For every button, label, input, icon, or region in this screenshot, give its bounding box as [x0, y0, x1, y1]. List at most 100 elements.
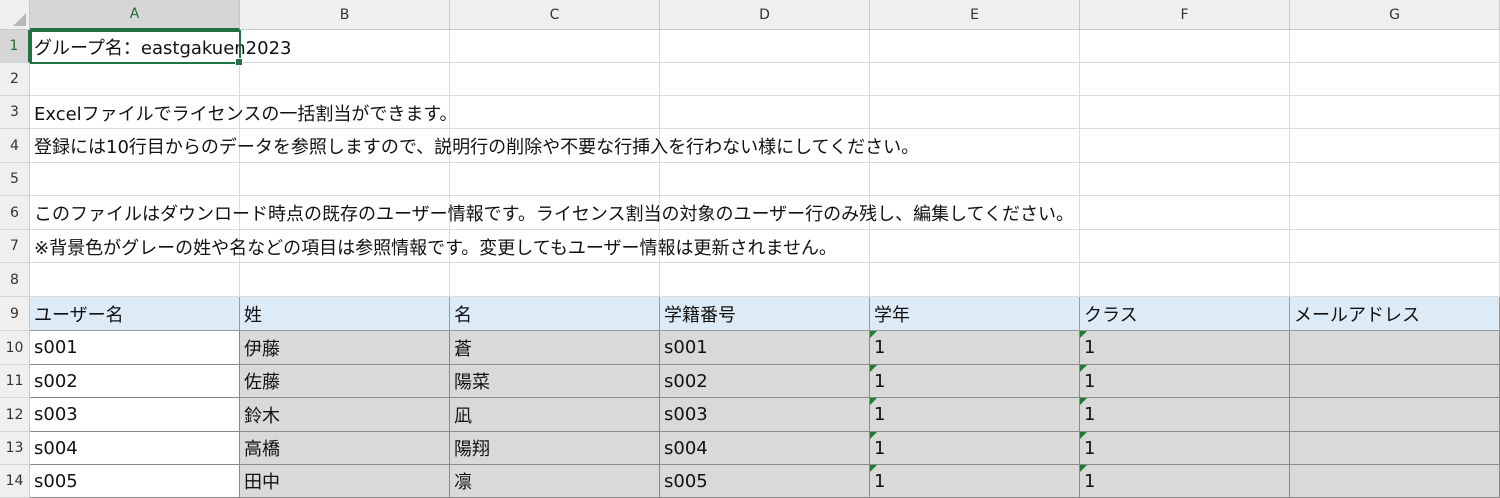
- empty-cell[interactable]: [1080, 63, 1290, 96]
- cell-grade[interactable]: 1: [870, 432, 1080, 465]
- empty-cell[interactable]: [870, 63, 1080, 96]
- empty-cell[interactable]: [1290, 196, 1500, 230]
- empty-cell[interactable]: [870, 263, 1080, 297]
- cell-student-number[interactable]: s001: [660, 331, 870, 365]
- cell-last-name[interactable]: 鈴木: [240, 398, 450, 432]
- row-header-3[interactable]: 3: [0, 96, 30, 129]
- empty-cell[interactable]: [240, 63, 450, 96]
- cell-first-name[interactable]: 蒼: [450, 331, 660, 365]
- empty-cell[interactable]: [450, 163, 660, 196]
- row-header-5[interactable]: 5: [0, 163, 30, 196]
- empty-cell[interactable]: [660, 163, 870, 196]
- empty-cell[interactable]: [870, 30, 1080, 63]
- header-class[interactable]: クラス: [1080, 297, 1290, 331]
- column-header-d[interactable]: D: [660, 0, 870, 30]
- header-username[interactable]: ユーザー名: [30, 297, 240, 331]
- empty-cell[interactable]: [240, 163, 450, 196]
- cell-last-name[interactable]: 田中: [240, 465, 450, 498]
- select-all-corner[interactable]: [0, 0, 30, 30]
- empty-cell[interactable]: [1290, 96, 1500, 129]
- column-header-e[interactable]: E: [870, 0, 1080, 30]
- cell-class[interactable]: 1: [1080, 465, 1290, 498]
- column-header-b[interactable]: B: [240, 0, 450, 30]
- cell-username[interactable]: s002: [30, 365, 240, 398]
- empty-cell[interactable]: [1290, 230, 1500, 263]
- cell-student-number[interactable]: s004: [660, 432, 870, 465]
- empty-cell[interactable]: [870, 163, 1080, 196]
- cell-class[interactable]: 1: [1080, 365, 1290, 398]
- cell-grade[interactable]: 1: [870, 365, 1080, 398]
- empty-cell[interactable]: [30, 163, 240, 196]
- row-header-6[interactable]: 6: [0, 196, 30, 230]
- cell-username[interactable]: s005: [30, 465, 240, 498]
- empty-cell[interactable]: [450, 63, 660, 96]
- cell-email[interactable]: [1290, 331, 1500, 365]
- column-header-g[interactable]: G: [1290, 0, 1500, 30]
- empty-cell[interactable]: [1290, 163, 1500, 196]
- empty-cell[interactable]: [1080, 30, 1290, 63]
- column-header-f[interactable]: F: [1080, 0, 1290, 30]
- empty-cell[interactable]: [1080, 196, 1290, 230]
- cell-student-number[interactable]: s005: [660, 465, 870, 498]
- empty-cell[interactable]: [1080, 163, 1290, 196]
- empty-cell[interactable]: [660, 30, 870, 63]
- empty-cell[interactable]: [1290, 263, 1500, 297]
- empty-cell[interactable]: [1080, 263, 1290, 297]
- cell-class[interactable]: 1: [1080, 331, 1290, 365]
- header-email[interactable]: メールアドレス: [1290, 297, 1500, 331]
- empty-cell[interactable]: [1290, 129, 1500, 163]
- empty-cell[interactable]: [240, 263, 450, 297]
- cell-username[interactable]: s003: [30, 398, 240, 432]
- column-header-a[interactable]: A: [30, 0, 240, 30]
- header-first-name[interactable]: 名: [450, 297, 660, 331]
- cell-class[interactable]: 1: [1080, 398, 1290, 432]
- header-last-name[interactable]: 姓: [240, 297, 450, 331]
- cell-email[interactable]: [1290, 398, 1500, 432]
- cell-email[interactable]: [1290, 365, 1500, 398]
- row-header-14[interactable]: 14: [0, 465, 30, 498]
- row-header-10[interactable]: 10: [0, 331, 30, 365]
- cell-email[interactable]: [1290, 465, 1500, 498]
- empty-cell[interactable]: [660, 63, 870, 96]
- empty-cell[interactable]: [450, 96, 660, 129]
- empty-cell[interactable]: [870, 230, 1080, 263]
- row-header-13[interactable]: 13: [0, 432, 30, 465]
- empty-cell[interactable]: [1080, 129, 1290, 163]
- row-header-12[interactable]: 12: [0, 398, 30, 432]
- cell-first-name[interactable]: 凪: [450, 398, 660, 432]
- row-header-7[interactable]: 7: [0, 230, 30, 263]
- cell-grade[interactable]: 1: [870, 465, 1080, 498]
- cell-email[interactable]: [1290, 432, 1500, 465]
- empty-cell[interactable]: [450, 263, 660, 297]
- cell-first-name[interactable]: 凛: [450, 465, 660, 498]
- row-header-11[interactable]: 11: [0, 365, 30, 398]
- empty-cell[interactable]: [450, 30, 660, 63]
- header-grade[interactable]: 学年: [870, 297, 1080, 331]
- row-header-9[interactable]: 9: [0, 297, 30, 331]
- empty-cell[interactable]: [30, 63, 240, 96]
- cell-last-name[interactable]: 佐藤: [240, 365, 450, 398]
- cell-last-name[interactable]: 伊藤: [240, 331, 450, 365]
- cell-grade[interactable]: 1: [870, 331, 1080, 365]
- row-header-4[interactable]: 4: [0, 129, 30, 163]
- row-header-2[interactable]: 2: [0, 63, 30, 96]
- empty-cell[interactable]: [660, 96, 870, 129]
- row-header-1[interactable]: 1: [0, 30, 30, 63]
- empty-cell[interactable]: [1080, 96, 1290, 129]
- empty-cell[interactable]: [30, 263, 240, 297]
- cell-username[interactable]: s001: [30, 331, 240, 365]
- row-header-8[interactable]: 8: [0, 263, 30, 297]
- cell-student-number[interactable]: s003: [660, 398, 870, 432]
- cell-last-name[interactable]: 高橋: [240, 432, 450, 465]
- cell-grade[interactable]: 1: [870, 398, 1080, 432]
- empty-cell[interactable]: [870, 96, 1080, 129]
- cell-username[interactable]: s004: [30, 432, 240, 465]
- cell-first-name[interactable]: 陽翔: [450, 432, 660, 465]
- empty-cell[interactable]: [1290, 63, 1500, 96]
- column-header-c[interactable]: C: [450, 0, 660, 30]
- header-student-number[interactable]: 学籍番号: [660, 297, 870, 331]
- empty-cell[interactable]: [1290, 30, 1500, 63]
- empty-cell[interactable]: [1080, 230, 1290, 263]
- empty-cell[interactable]: [660, 263, 870, 297]
- cell-student-number[interactable]: s002: [660, 365, 870, 398]
